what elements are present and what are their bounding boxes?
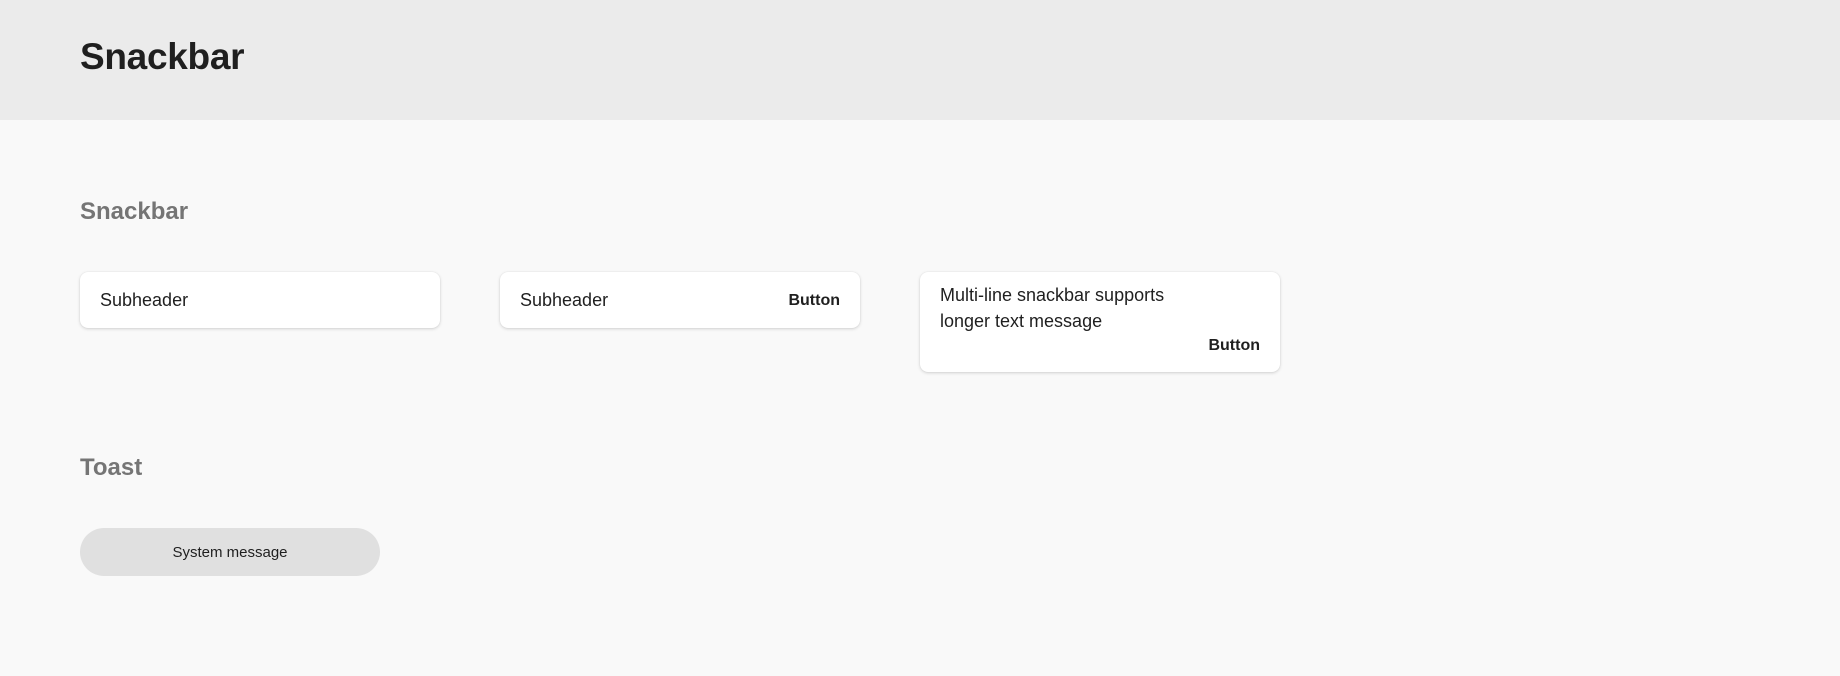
page-header: Snackbar bbox=[0, 0, 1840, 120]
snackbar-action-button[interactable]: Button bbox=[1208, 335, 1260, 357]
toast-message: System message bbox=[172, 543, 288, 561]
section-title-toast: Toast bbox=[80, 454, 143, 481]
section-title-snackbar: Snackbar bbox=[80, 198, 189, 225]
snackbar-text: Subheader bbox=[520, 290, 609, 310]
snackbar-simple: Subheader bbox=[80, 272, 440, 328]
snackbar-multiline: Multi-line snackbar supports longer text… bbox=[920, 272, 1280, 372]
snackbar-text-line-2: longer text message bbox=[940, 311, 1103, 331]
snackbar-text: Subheader bbox=[100, 290, 189, 310]
snackbar-action-button[interactable]: Button bbox=[788, 290, 840, 312]
toast: System message bbox=[80, 528, 380, 576]
snackbar-with-action: Subheader Button bbox=[500, 272, 860, 328]
snackbar-text-line-1: Multi-line snackbar supports bbox=[940, 285, 1165, 305]
page-title: Snackbar bbox=[80, 36, 245, 77]
